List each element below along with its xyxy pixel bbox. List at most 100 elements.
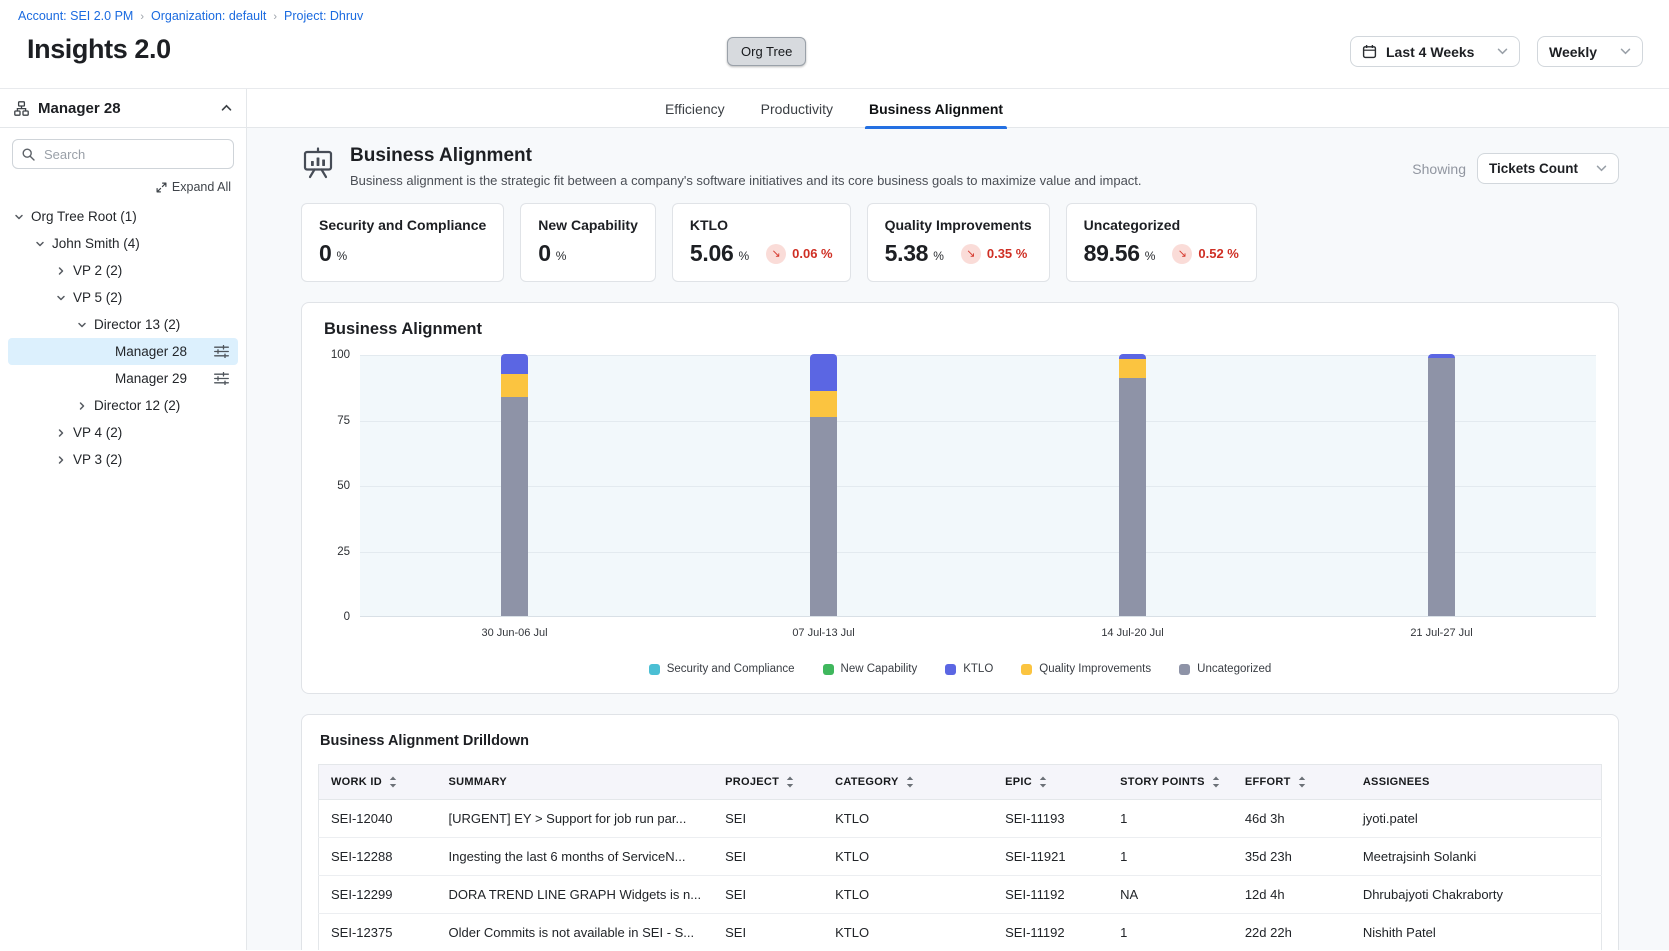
bar-segment-uncategorized: [810, 417, 837, 616]
calendar-icon: [1362, 44, 1377, 59]
tree-item-manager-28[interactable]: Manager 28: [8, 338, 238, 365]
tree-item-director-13-2[interactable]: Director 13 (2): [8, 311, 238, 338]
cell-assignees: Meetrajsinh Solanki: [1351, 838, 1602, 876]
granularity-value: Weekly: [1549, 44, 1597, 60]
cell-story-points: NA: [1108, 876, 1233, 914]
breadcrumb-separator-icon: ›: [273, 11, 277, 23]
org-tree-button[interactable]: Org Tree: [727, 37, 806, 66]
tab-business-alignment[interactable]: Business Alignment: [869, 89, 1003, 129]
table-row: SEI-12040[URGENT] EY > Support for job r…: [319, 800, 1602, 838]
cell-effort: 22d 22h: [1233, 914, 1351, 951]
column-header-label: STORY POINTS: [1120, 776, 1205, 788]
sort-icon[interactable]: [1211, 776, 1221, 788]
expand-all-link[interactable]: Expand All: [156, 180, 231, 194]
chevron-down-icon[interactable]: [77, 320, 87, 330]
tab-bar-row: Manager 28 EfficiencyProductivityBusines…: [0, 88, 1669, 128]
tree-item-director-12-2[interactable]: Director 12 (2): [8, 392, 238, 419]
chart-legend: Security and Compliance New Capability KTL…: [324, 663, 1596, 679]
chevron-down-icon[interactable]: [14, 212, 24, 222]
cell-summary: Older Commits is not available in SEI - …: [437, 914, 714, 951]
breadcrumb-link-account[interactable]: Account: SEI 2.0 PM: [18, 9, 133, 23]
stat-card-delta-value: 0.35 %: [987, 246, 1027, 261]
search-icon: [22, 148, 35, 161]
legend-item-new-capability[interactable]: New Capability: [823, 663, 918, 675]
tree-item-label: Manager 29: [115, 371, 187, 386]
legend-item-quality-improvements[interactable]: Quality Improvements: [1021, 663, 1151, 675]
legend-swatch: [823, 664, 834, 675]
tree-item-manager-29[interactable]: Manager 29: [8, 365, 238, 392]
cell-project: SEI: [713, 800, 823, 838]
tree-item-vp-3-2[interactable]: VP 3 (2): [8, 446, 238, 473]
metric-dropdown[interactable]: Tickets Count: [1477, 153, 1619, 184]
tab-efficiency[interactable]: Efficiency: [665, 89, 725, 129]
main-content: Business Alignment Business alignment is…: [247, 128, 1669, 950]
legend-swatch: [1021, 664, 1032, 675]
sort-icon[interactable]: [905, 776, 915, 788]
expand-all-icon: [156, 182, 167, 193]
stat-card-value: 5.06: [690, 240, 734, 267]
tab-productivity[interactable]: Productivity: [761, 89, 833, 129]
section-title: Business Alignment: [350, 145, 1142, 167]
tree-item-vp-4-2[interactable]: VP 4 (2): [8, 419, 238, 446]
legend-label: New Capability: [841, 663, 918, 675]
column-header-inner: STORY POINTS: [1120, 776, 1221, 788]
cell-assignees: jyoti.patel: [1351, 800, 1602, 838]
drilldown-panel: Business Alignment Drilldown WORK IDSUMM…: [301, 714, 1619, 950]
date-range-dropdown[interactable]: Last 4 Weeks: [1350, 36, 1520, 67]
column-header-effort[interactable]: EFFORT: [1233, 765, 1351, 800]
tree-item-john-smith-4[interactable]: John Smith (4): [8, 230, 238, 257]
tree-item-org-tree-root-1[interactable]: Org Tree Root (1): [8, 203, 238, 230]
column-header-work-id[interactable]: WORK ID: [319, 765, 437, 800]
legend-item-ktlo[interactable]: KTLO: [945, 663, 993, 675]
column-header-category[interactable]: CATEGORY: [823, 765, 993, 800]
sort-icon[interactable]: [1297, 776, 1307, 788]
bar-segment-uncategorized: [1428, 358, 1455, 616]
legend-item-security-and-compliance[interactable]: Security and Compliance: [649, 663, 795, 675]
legend-label: Security and Compliance: [667, 663, 795, 675]
sliders-icon[interactable]: [214, 372, 229, 385]
breadcrumb-link-organization[interactable]: Organization: default: [151, 9, 266, 23]
y-axis-tick-label: 100: [331, 349, 350, 361]
stat-card-unit: %: [556, 249, 567, 263]
org-tree: Org Tree Root (1)John Smith (4)VP 2 (2)V…: [0, 203, 246, 473]
chevron-right-icon[interactable]: [56, 455, 66, 465]
cell-work-id: SEI-12288: [319, 838, 437, 876]
legend-label: KTLO: [963, 663, 993, 675]
legend-item-uncategorized[interactable]: Uncategorized: [1179, 663, 1271, 675]
chart-bar-column-4: [1287, 355, 1596, 616]
sort-icon[interactable]: [1038, 776, 1048, 788]
tree-item-vp-5-2[interactable]: VP 5 (2): [8, 284, 238, 311]
y-axis-tick-label: 75: [337, 415, 350, 427]
search-input[interactable]: [42, 146, 224, 163]
chevron-down-icon[interactable]: [56, 293, 66, 303]
cell-work-id: SEI-12299: [319, 876, 437, 914]
chevron-right-icon[interactable]: [56, 428, 66, 438]
sliders-icon[interactable]: [214, 345, 229, 358]
breadcrumb-link-project[interactable]: Project: Dhruv: [284, 9, 363, 23]
stat-card-unit: %: [933, 249, 944, 263]
chevron-down-icon[interactable]: [35, 239, 45, 249]
chart-bar-column-1: [360, 355, 669, 616]
column-header-epic[interactable]: EPIC: [993, 765, 1108, 800]
presentation-chart-icon: [301, 147, 335, 180]
stat-card-title: Quality Improvements: [885, 217, 1032, 233]
column-header-label: ASSIGNEES: [1363, 776, 1430, 788]
chevron-right-icon[interactable]: [56, 266, 66, 276]
stat-card-security-and-compliance: Security and Compliance0%: [301, 203, 504, 282]
drilldown-table: WORK IDSUMMARYPROJECTCATEGORYEPICSTORY P…: [318, 764, 1602, 950]
sort-icon[interactable]: [388, 776, 398, 788]
sidebar-collapse-button[interactable]: [221, 104, 232, 112]
column-header-project[interactable]: PROJECT: [713, 765, 823, 800]
granularity-dropdown[interactable]: Weekly: [1537, 36, 1643, 67]
cell-story-points: 1: [1108, 914, 1233, 951]
tree-item-vp-2-2[interactable]: VP 2 (2): [8, 257, 238, 284]
column-header-inner: EFFORT: [1245, 776, 1339, 788]
table-row: SEI-12288Ingesting the last 6 months of …: [319, 838, 1602, 876]
column-header-story-points[interactable]: STORY POINTS: [1108, 765, 1233, 800]
cell-epic: SEI-11192: [993, 914, 1108, 951]
chevron-right-icon[interactable]: [77, 401, 87, 411]
sort-icon[interactable]: [785, 776, 795, 788]
section-description: Business alignment is the strategic fit …: [350, 173, 1142, 188]
stat-card-value-row: 5.38%↘0.35 %: [885, 240, 1032, 267]
chart-bars: [360, 355, 1596, 616]
